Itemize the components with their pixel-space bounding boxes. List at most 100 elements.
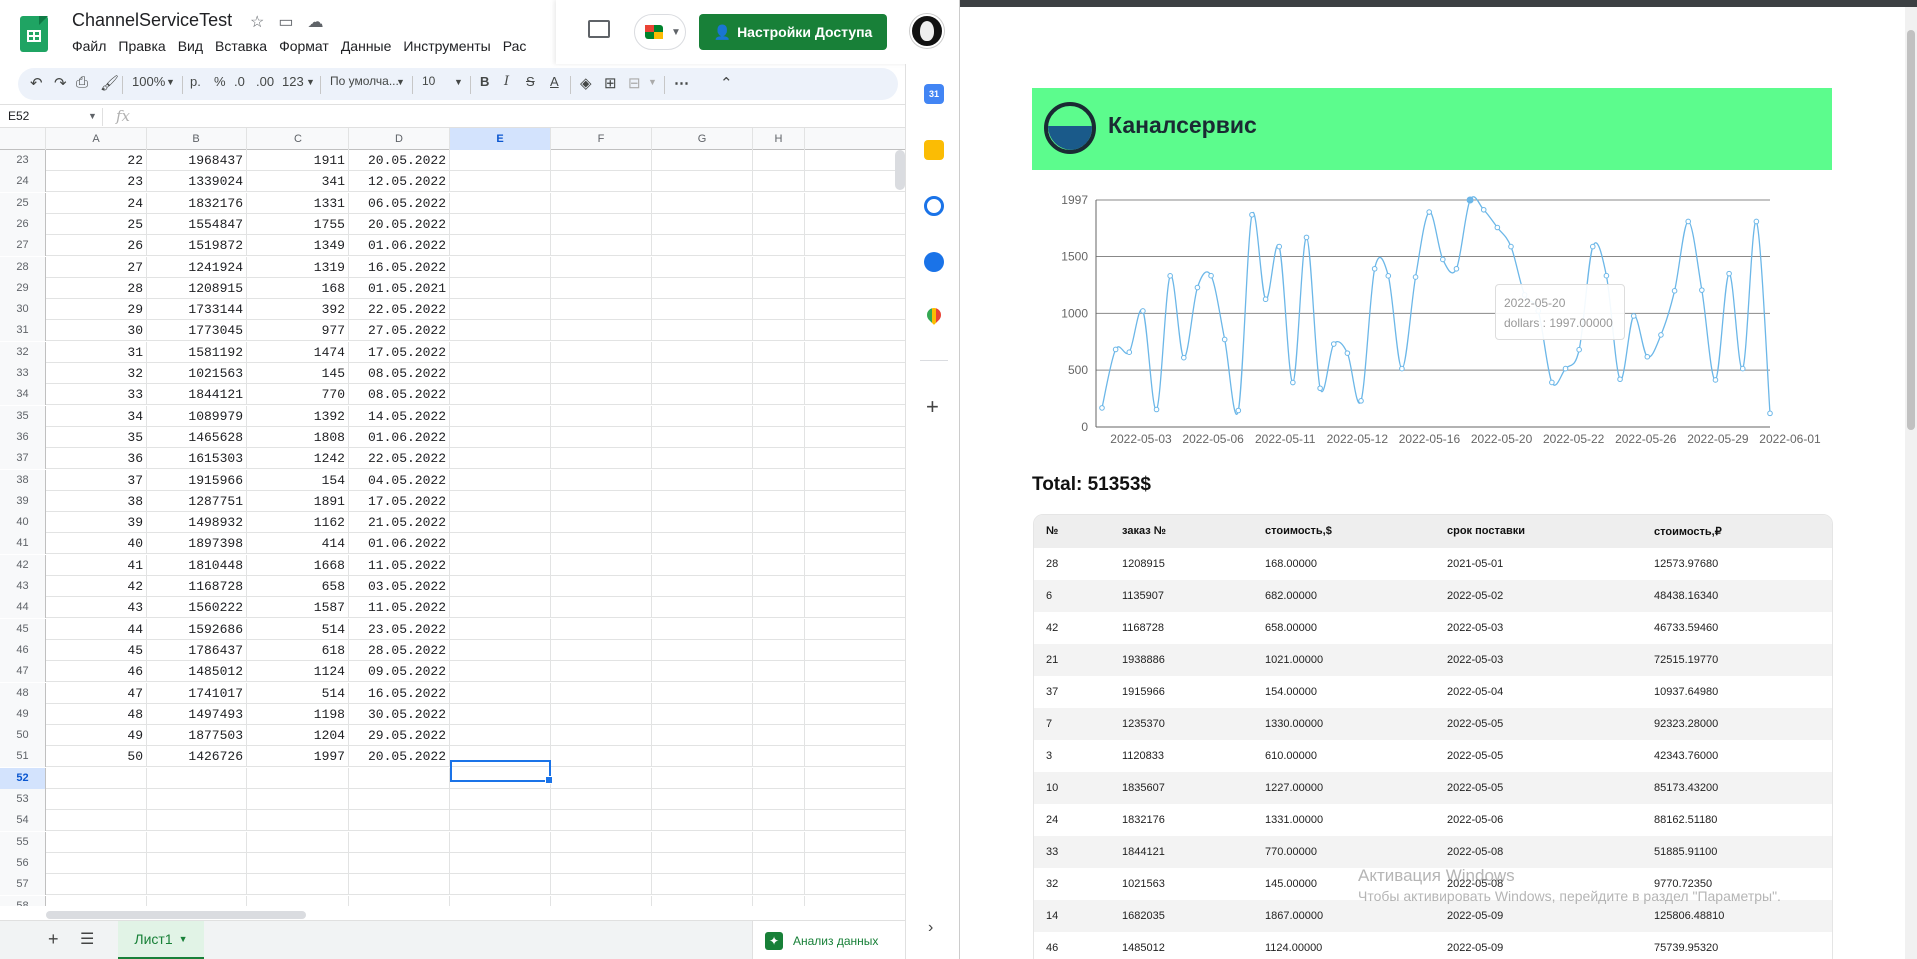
cell-d[interactable]	[349, 810, 450, 832]
explore-button[interactable]: ✦ Анализ данных	[752, 921, 905, 959]
row-header[interactable]: 37	[0, 448, 46, 470]
cell-c[interactable]: 168	[248, 277, 349, 299]
cell-e[interactable]	[450, 299, 551, 321]
cell-e[interactable]	[450, 363, 551, 384]
vertical-scrollbar[interactable]	[895, 150, 905, 190]
data-point[interactable]	[1262, 296, 1269, 303]
cell-h[interactable]	[753, 810, 805, 832]
cell-h[interactable]	[753, 448, 805, 470]
cell-g[interactable]	[652, 852, 753, 874]
cell-e[interactable]	[450, 895, 551, 906]
row-header[interactable]: 57	[0, 874, 46, 896]
cell-b[interactable]: 1615303	[146, 448, 247, 470]
cell-b[interactable]: 1877503	[146, 725, 247, 747]
cell-d[interactable]: 04.05.2022	[349, 469, 450, 491]
cell-h[interactable]	[753, 213, 805, 235]
row-header[interactable]: 49	[0, 703, 46, 725]
menu-tools[interactable]: Инструменты	[403, 38, 497, 54]
keep-icon[interactable]	[924, 140, 944, 160]
print-icon[interactable]: ⎙	[76, 74, 88, 91]
data-point[interactable]	[1671, 288, 1678, 294]
cell-a[interactable]: 40	[46, 533, 147, 555]
cell-h[interactable]	[753, 746, 805, 768]
cell-d[interactable]: 21.05.2022	[349, 512, 450, 534]
cell-g[interactable]	[652, 682, 753, 704]
cell-h[interactable]	[753, 725, 805, 747]
cell-h[interactable]	[753, 767, 805, 789]
data-point[interactable]	[1235, 407, 1242, 414]
row-header[interactable]: 36	[0, 426, 46, 448]
cell-h[interactable]	[753, 490, 805, 512]
row-header[interactable]: 31	[0, 320, 46, 342]
cell-f[interactable]	[551, 661, 652, 683]
cell-d[interactable]: 20.05.2022	[349, 746, 450, 768]
cell-h[interactable]	[753, 426, 805, 448]
account-avatar[interactable]	[910, 14, 944, 48]
cell-d[interactable]	[349, 895, 450, 906]
data-point[interactable]	[1466, 196, 1474, 204]
cell-g[interactable]	[652, 576, 753, 597]
undo-icon[interactable]: ↶	[30, 74, 43, 92]
cell-b[interactable]	[146, 767, 247, 789]
column-header-a[interactable]: A	[46, 128, 147, 150]
row-header[interactable]: 42	[0, 554, 46, 576]
cell-a[interactable]: 45	[46, 639, 147, 661]
cell-f[interactable]	[551, 512, 652, 534]
calendar-icon[interactable]: 31	[924, 84, 944, 104]
cell-b[interactable]: 1560222	[146, 597, 247, 619]
cell-f[interactable]	[551, 213, 652, 235]
cell-h[interactable]	[753, 235, 805, 257]
cell-d[interactable]	[349, 767, 450, 789]
cell-a[interactable]	[46, 852, 147, 874]
cell-h[interactable]	[753, 597, 805, 619]
row-header[interactable]: 27	[0, 235, 46, 257]
cell-f[interactable]	[551, 192, 652, 214]
row-header[interactable]: 34	[0, 384, 46, 406]
cell-h[interactable]	[753, 874, 805, 896]
cell-d[interactable]: 08.05.2022	[349, 384, 450, 406]
cell-e[interactable]	[450, 448, 551, 470]
cell-h[interactable]	[753, 469, 805, 491]
row-header[interactable]: 56	[0, 852, 46, 874]
horizontal-scrollbar[interactable]	[46, 911, 306, 919]
row-header[interactable]: 47	[0, 661, 46, 683]
cell-g[interactable]	[652, 299, 753, 321]
cell-a[interactable]: 42	[46, 576, 147, 597]
cell-c[interactable]	[248, 789, 349, 810]
cell-f[interactable]	[551, 384, 652, 406]
cell-h[interactable]	[753, 363, 805, 384]
data-point[interactable]	[1426, 209, 1432, 215]
cell-g[interactable]	[652, 213, 753, 235]
data-point[interactable]	[1290, 379, 1296, 386]
cell-c[interactable]: 1162	[248, 512, 349, 534]
browser-scrollbar[interactable]	[1907, 30, 1915, 430]
cell-c[interactable]: 1474	[248, 341, 349, 363]
cell-f[interactable]	[551, 448, 652, 470]
cell-f[interactable]	[551, 789, 652, 810]
data-point[interactable]	[1330, 341, 1337, 347]
strikethrough-icon[interactable]: S	[526, 74, 535, 89]
percent-format-button[interactable]: %	[214, 74, 226, 89]
cell-f[interactable]	[551, 235, 652, 257]
cell-h[interactable]	[753, 277, 805, 299]
data-point[interactable]	[1753, 218, 1760, 225]
cell-e[interactable]	[450, 192, 551, 214]
row-header[interactable]: 45	[0, 618, 46, 640]
cell-a[interactable]: 31	[46, 341, 147, 363]
cell-e[interactable]	[450, 277, 551, 299]
cell-d[interactable]: 03.05.2022	[349, 576, 450, 597]
cell-b[interactable]: 1485012	[146, 661, 247, 683]
cell-b[interactable]: 1810448	[146, 554, 247, 576]
cell-e[interactable]	[450, 639, 551, 661]
cell-g[interactable]	[652, 469, 753, 491]
data-point[interactable]	[1412, 274, 1419, 280]
row-header[interactable]: 46	[0, 639, 46, 661]
cell-c[interactable]: 514	[248, 682, 349, 704]
cell-e[interactable]	[450, 576, 551, 597]
data-point[interactable]	[1726, 270, 1732, 277]
cell-e[interactable]	[450, 789, 551, 810]
cell-c[interactable]: 1349	[248, 235, 349, 257]
cell-b[interactable]: 1498932	[146, 512, 247, 534]
data-point[interactable]	[1153, 406, 1160, 413]
decrease-decimal-button[interactable]: .0	[234, 74, 245, 89]
